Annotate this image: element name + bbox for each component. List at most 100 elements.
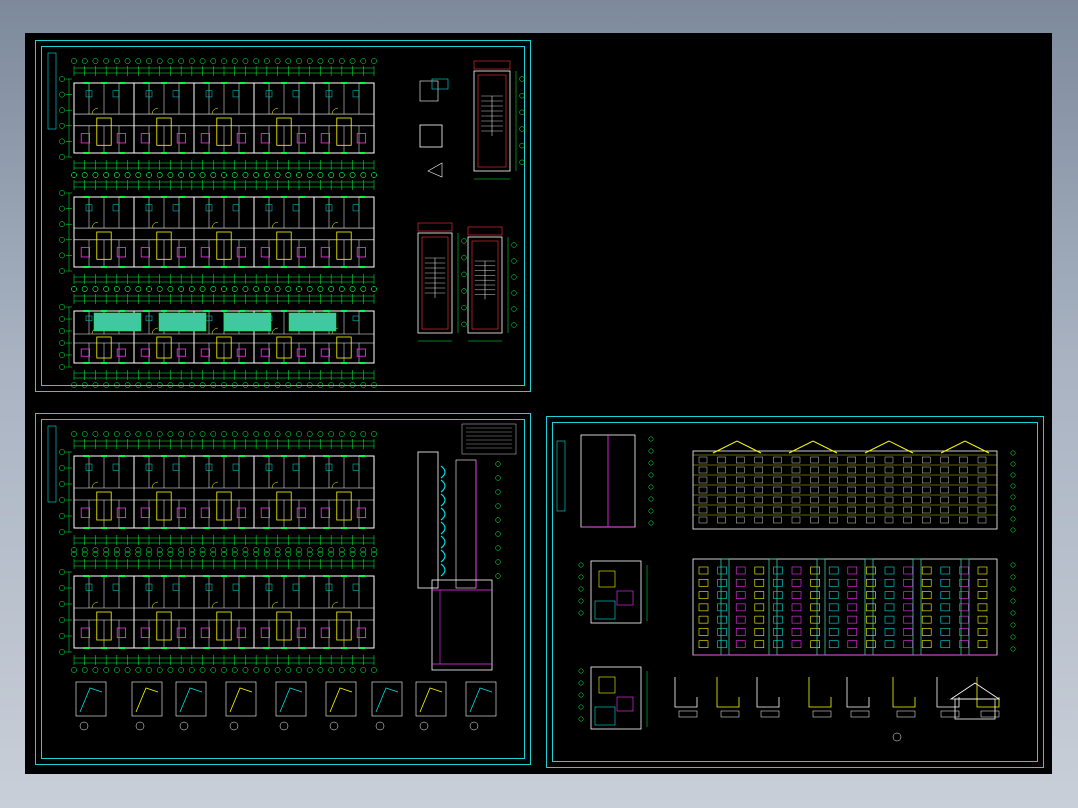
- axis-bubble: [231, 551, 238, 557]
- window: [791, 516, 801, 524]
- window: [735, 566, 746, 575]
- window: [735, 615, 746, 624]
- window: [847, 603, 858, 612]
- level-marker: [1010, 562, 1016, 568]
- window: [903, 628, 913, 636]
- fixture: [172, 90, 180, 98]
- window: [828, 578, 839, 587]
- axis-bubble: [199, 172, 206, 178]
- window: [698, 591, 709, 599]
- axis-bubble: [59, 649, 65, 655]
- window: [977, 456, 987, 464]
- window: [866, 591, 876, 599]
- window: [977, 476, 987, 484]
- room: [598, 570, 616, 588]
- window: [717, 566, 727, 575]
- axis-bubble: [221, 286, 227, 292]
- axis-bubble: [285, 431, 292, 437]
- bathroom: [320, 247, 331, 258]
- window: [717, 578, 727, 587]
- axis-bubble: [71, 382, 77, 388]
- window: [754, 476, 764, 484]
- window: [773, 603, 783, 612]
- window: [866, 486, 875, 494]
- axis-bubble: [264, 667, 270, 673]
- axis-bubble: [92, 286, 99, 292]
- unit-plan: [590, 666, 642, 730]
- window: [884, 456, 894, 464]
- axis-bubble: [59, 221, 65, 228]
- fixture: [232, 463, 240, 471]
- window: [903, 603, 913, 612]
- level-marker: [648, 484, 654, 490]
- axis-bubble: [124, 431, 131, 437]
- axis-bubble: [59, 340, 65, 346]
- axis-bubble: [59, 304, 65, 310]
- bathroom: [140, 133, 150, 144]
- axis-bubble: [306, 286, 313, 292]
- window: [773, 476, 782, 484]
- window: [717, 603, 727, 612]
- window: [977, 486, 987, 494]
- fixture: [352, 90, 360, 98]
- window: [791, 566, 802, 575]
- window: [940, 566, 951, 575]
- window: [866, 476, 875, 484]
- axis-bubble: [371, 667, 377, 673]
- door-swing: [151, 221, 159, 229]
- cad-viewport[interactable]: [25, 33, 1052, 774]
- section-profile: [440, 465, 446, 479]
- axis-bubble: [253, 172, 259, 178]
- axis-bubble: [146, 382, 152, 388]
- axis-bubble: [156, 58, 163, 64]
- detail-base: [678, 710, 698, 718]
- axis-bubble: [339, 551, 345, 557]
- axis-bubble: [495, 517, 501, 523]
- axis-bubble: [59, 633, 65, 639]
- bathroom: [80, 507, 91, 519]
- window: [717, 640, 727, 649]
- window: [903, 578, 913, 587]
- axis-bubble: [285, 58, 292, 64]
- axis-bubble: [371, 431, 377, 437]
- axis-bubble: [114, 382, 120, 388]
- axis-bubble: [274, 382, 281, 388]
- window: [810, 486, 819, 494]
- detail-callout: [229, 721, 239, 731]
- detail-base: [850, 710, 870, 718]
- window: [791, 628, 802, 636]
- window: [884, 486, 894, 494]
- axis-bubble: [210, 667, 217, 673]
- detail-base: [896, 710, 916, 718]
- level-marker: [1010, 527, 1016, 533]
- window: [884, 476, 894, 484]
- window: [754, 640, 765, 649]
- axis-bubble: [199, 58, 206, 64]
- axis-bubble: [92, 382, 99, 388]
- fixture: [232, 90, 240, 98]
- axis-bubble: [81, 667, 88, 673]
- axis-bubble: [146, 172, 152, 178]
- window: [940, 591, 951, 599]
- axis-bubble: [296, 172, 302, 178]
- drawing-sheet-elevations[interactable]: [546, 416, 1044, 768]
- level-marker: [648, 496, 654, 502]
- drawing-sheet-floor-plans-a[interactable]: [35, 40, 531, 392]
- axis-bubble: [264, 431, 270, 437]
- door-swing: [151, 601, 159, 609]
- window: [921, 578, 932, 587]
- window: [791, 506, 801, 514]
- drawing-sheet-floor-plans-b[interactable]: [35, 413, 531, 765]
- window: [773, 486, 782, 494]
- axis-bubble: [59, 190, 65, 196]
- axis-bubble: [167, 286, 174, 292]
- axis-bubble: [156, 286, 163, 292]
- axis-bubble: [253, 382, 259, 388]
- axis-bubble: [59, 316, 65, 322]
- window: [847, 578, 858, 587]
- axis-bubble: [146, 551, 152, 557]
- window: [959, 466, 968, 474]
- bathroom: [116, 627, 126, 639]
- window: [940, 496, 949, 504]
- axis-bubble: [178, 551, 184, 557]
